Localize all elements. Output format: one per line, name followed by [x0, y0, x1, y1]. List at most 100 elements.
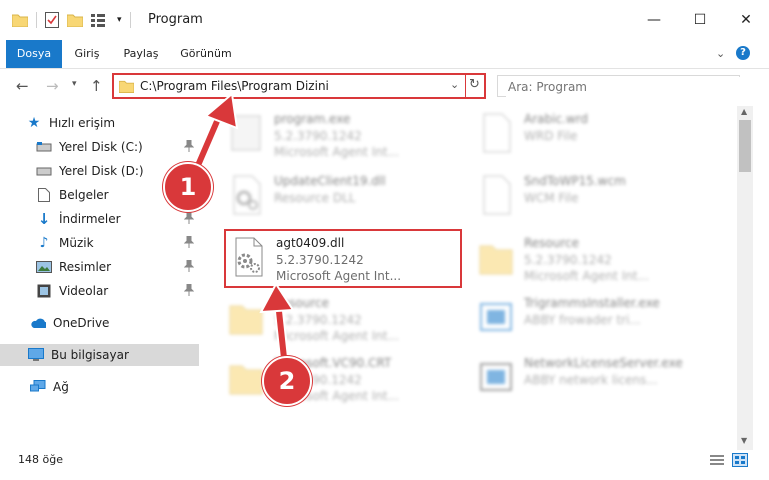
- pin-icon[interactable]: [183, 211, 195, 224]
- file-version: 5.2.3790.1242: [274, 313, 362, 327]
- tab-home[interactable]: Giriş: [66, 40, 108, 68]
- sidebar-item-network[interactable]: Ağ: [30, 376, 200, 398]
- divider: [36, 12, 37, 28]
- tab-view[interactable]: Görünüm: [176, 40, 236, 68]
- star-icon: ★: [27, 115, 41, 131]
- file-item[interactable]: Arabic.wrd WRD File: [472, 106, 712, 162]
- drive-icon: [36, 164, 52, 178]
- forward-button[interactable]: →: [46, 77, 59, 95]
- computer-icon: [28, 348, 44, 362]
- file-version: 5.2.3790.1242: [276, 253, 364, 267]
- pin-icon[interactable]: [183, 139, 195, 152]
- tab-share[interactable]: Paylaş: [116, 40, 166, 68]
- large-icons-view-icon[interactable]: [732, 453, 748, 467]
- scroll-down-icon[interactable]: ▼: [741, 436, 747, 445]
- minimize-button[interactable]: —: [631, 0, 677, 40]
- new-folder-icon[interactable]: [67, 13, 83, 27]
- sidebar-item-label: Yerel Disk (D:): [59, 164, 144, 178]
- sidebar-item-label: Bu bilgisayar: [51, 348, 129, 362]
- navigation-pane: ★ Hızlı erişim Yerel Disk (C:) Yerel Dis…: [0, 106, 205, 446]
- quick-access-toolbar: ▾: [12, 12, 131, 28]
- document-icon: [36, 188, 52, 202]
- file-name: TrigrammsInstaller.exe: [524, 296, 660, 310]
- step-callout-2: 2: [262, 356, 312, 406]
- file-item[interactable]: program.exe 5.2.3790.1242 Microsoft Agen…: [222, 106, 462, 162]
- ribbon-expand-icon[interactable]: ⌄: [716, 47, 725, 60]
- pictures-icon: [36, 260, 52, 274]
- file-item[interactable]: Resource 5.2.3790.1242 Microsoft Agent I…: [472, 230, 712, 286]
- recent-locations-icon[interactable]: ▾: [72, 79, 77, 89]
- file-item[interactable]: SndToWP15.wcm WCM File: [472, 168, 712, 224]
- maximize-button[interactable]: ☐: [677, 0, 723, 40]
- file-version: 5.2.3790.1242: [274, 129, 362, 143]
- back-button[interactable]: ←: [16, 77, 29, 95]
- file-description: ABBY frowader tri...: [524, 313, 641, 327]
- file-name: agt0409.dll: [276, 236, 345, 250]
- navigation-bar: ← → ▾ ↑ C:\Program Files\Program Dizini …: [0, 69, 769, 103]
- sidebar-item-label: Belgeler: [59, 188, 109, 202]
- status-bar: 148 öğe: [0, 450, 769, 480]
- sidebar-item-this-pc[interactable]: Bu bilgisayar: [0, 344, 199, 366]
- file-name: Resource: [274, 296, 330, 310]
- pin-icon[interactable]: [183, 259, 195, 272]
- dll-file-icon: [233, 175, 261, 215]
- music-icon: ♪: [39, 235, 49, 251]
- sidebar-item-music[interactable]: ♪ Müzik: [36, 232, 200, 254]
- file-item[interactable]: Resource 5.2.3790.1242 Microsoft Agent I…: [222, 290, 462, 346]
- sidebar-item-videos[interactable]: Videolar: [36, 280, 200, 302]
- file-name: UpdateClient19.dll: [274, 174, 386, 188]
- file-item-agt0409[interactable]: agt0409.dll 5.2.3790.1242 Microsoft Agen…: [224, 230, 464, 286]
- vertical-scrollbar[interactable]: ▲ ▼: [737, 106, 753, 450]
- file-item[interactable]: TrigrammsInstaller.exe ABBY frowader tri…: [472, 290, 712, 346]
- sidebar-item-label: OneDrive: [53, 316, 110, 330]
- file-description: ABBY network licens...: [524, 373, 658, 387]
- document-file-icon: [483, 175, 511, 215]
- properties-icon[interactable]: [45, 12, 59, 28]
- installer-icon: [480, 303, 512, 331]
- file-description: Microsoft Agent Int...: [524, 269, 650, 283]
- view-options-icon[interactable]: [91, 13, 109, 27]
- file-item[interactable]: NetworkLicenseServer.exe ABBY network li…: [472, 350, 712, 406]
- sidebar-item-downloads[interactable]: ↓ İndirmeler: [36, 208, 200, 230]
- tab-file[interactable]: Dosya: [6, 40, 62, 68]
- sidebar-item-quick-access[interactable]: ★ Hızlı erişim: [26, 112, 200, 134]
- close-button[interactable]: ✕: [723, 0, 769, 40]
- sidebar-item-label: Videolar: [59, 284, 109, 298]
- file-name: Arabic.wrd: [524, 112, 589, 126]
- address-path: C:\Program Files\Program Dizini: [140, 79, 329, 93]
- help-icon[interactable]: ?: [736, 46, 750, 60]
- folder-icon: [12, 14, 28, 27]
- details-view-icon[interactable]: [710, 454, 724, 466]
- folder-icon: [479, 245, 513, 275]
- refresh-icon[interactable]: ↻: [469, 77, 480, 92]
- divider: [465, 75, 466, 97]
- ribbon: Dosya Giriş Paylaş Görünüm ⌄ ?: [0, 40, 769, 69]
- pin-icon[interactable]: [183, 235, 195, 248]
- sidebar-item-local-disk-c[interactable]: Yerel Disk (C:): [36, 136, 200, 158]
- pin-icon[interactable]: [183, 283, 195, 296]
- chevron-down-icon[interactable]: ⌄: [450, 78, 459, 91]
- sidebar-item-label: Ağ: [53, 380, 69, 394]
- sidebar-item-pictures[interactable]: Resimler: [36, 256, 200, 278]
- step-callout-1: 1: [163, 162, 213, 212]
- dll-file-icon: [235, 237, 263, 277]
- address-bar[interactable]: C:\Program Files\Program Dizini ⌄ ↻: [112, 73, 486, 99]
- divider: [129, 12, 131, 28]
- sidebar-item-label: Müzik: [59, 236, 94, 250]
- download-icon: ↓: [37, 210, 51, 228]
- document-file-icon: [483, 113, 511, 153]
- file-item[interactable]: Microsoft.VC90.CRT 5.2.3790.1242 Microso…: [222, 350, 462, 406]
- search-box[interactable]: [497, 75, 740, 97]
- file-description: Microsoft Agent Int...: [274, 329, 400, 343]
- search-input[interactable]: [506, 77, 740, 97]
- up-button[interactable]: ↑: [90, 77, 103, 95]
- sidebar-item-label: Hızlı erişim: [49, 116, 116, 130]
- chevron-down-icon[interactable]: ▾: [117, 15, 122, 25]
- sidebar-item-onedrive[interactable]: OneDrive: [30, 312, 200, 334]
- network-icon: [30, 380, 46, 394]
- scroll-up-icon[interactable]: ▲: [741, 107, 747, 116]
- file-type: WCM File: [524, 191, 579, 205]
- file-item[interactable]: UpdateClient19.dll Resource DLL: [222, 168, 462, 224]
- scrollbar-thumb[interactable]: [739, 120, 751, 172]
- folder-icon: [229, 305, 263, 335]
